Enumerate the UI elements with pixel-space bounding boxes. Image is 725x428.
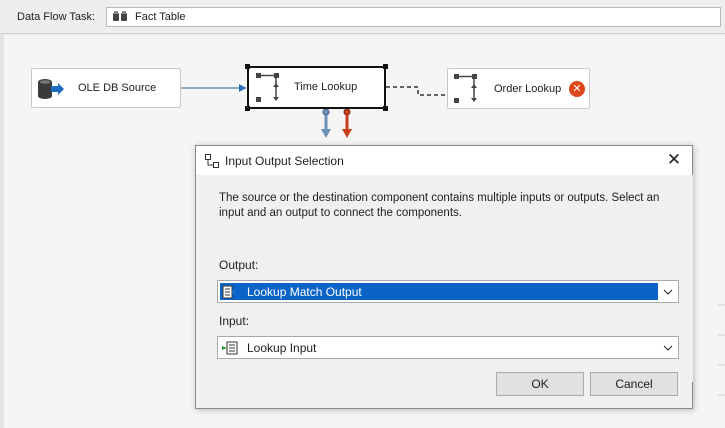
dialog-body: The source or the destination component … [197,175,693,382]
resize-handle[interactable] [383,64,388,69]
output-select[interactable]: Lookup Match Output [217,280,679,303]
output-label: Output: [219,258,259,272]
input-output-selection-dialog: Input Output Selection ✕ The source or t… [195,145,693,409]
output-icon [222,285,238,299]
component-label: Time Lookup [294,81,358,93]
database-source-icon [37,78,65,100]
input-output-icon [205,154,219,168]
error-icon: ✕ [569,81,585,97]
resize-handle[interactable] [245,106,250,111]
component-oledb-source[interactable]: OLE DB Source [31,68,181,108]
error-connector-arrow [342,129,352,138]
input-label: Input: [219,314,250,328]
resize-handle[interactable] [245,64,250,69]
resize-handle[interactable] [383,106,388,111]
ok-button[interactable]: OK [496,372,584,396]
input-value: Lookup Input [247,341,317,355]
data-path-arrowhead [239,84,246,92]
lookup-icon [256,73,280,103]
dialog-message: The source or the destination component … [219,192,660,219]
dialog-title-bar: Input Output Selection ✕ [196,146,692,175]
chevron-down-icon[interactable] [658,337,678,358]
close-icon[interactable]: ✕ [662,149,686,171]
cancel-button[interactable]: Cancel [590,372,678,396]
chevron-down-icon[interactable] [658,281,678,302]
component-time-lookup[interactable]: Time Lookup [245,64,388,111]
output-connector-dot [322,108,330,116]
output-value: Lookup Match Output [247,285,362,299]
error-connector-dot [343,108,351,116]
input-icon [222,341,238,355]
component-label: OLE DB Source [78,82,157,94]
output-connector-arrow [321,129,331,138]
input-select[interactable]: Lookup Input [217,336,679,359]
lookup-icon [454,74,478,104]
component-order-lookup[interactable]: Order Lookup ✕ [447,68,590,109]
pending-connector [386,86,447,96]
dialog-title: Input Output Selection [225,154,344,168]
component-label: Order Lookup [494,83,562,95]
